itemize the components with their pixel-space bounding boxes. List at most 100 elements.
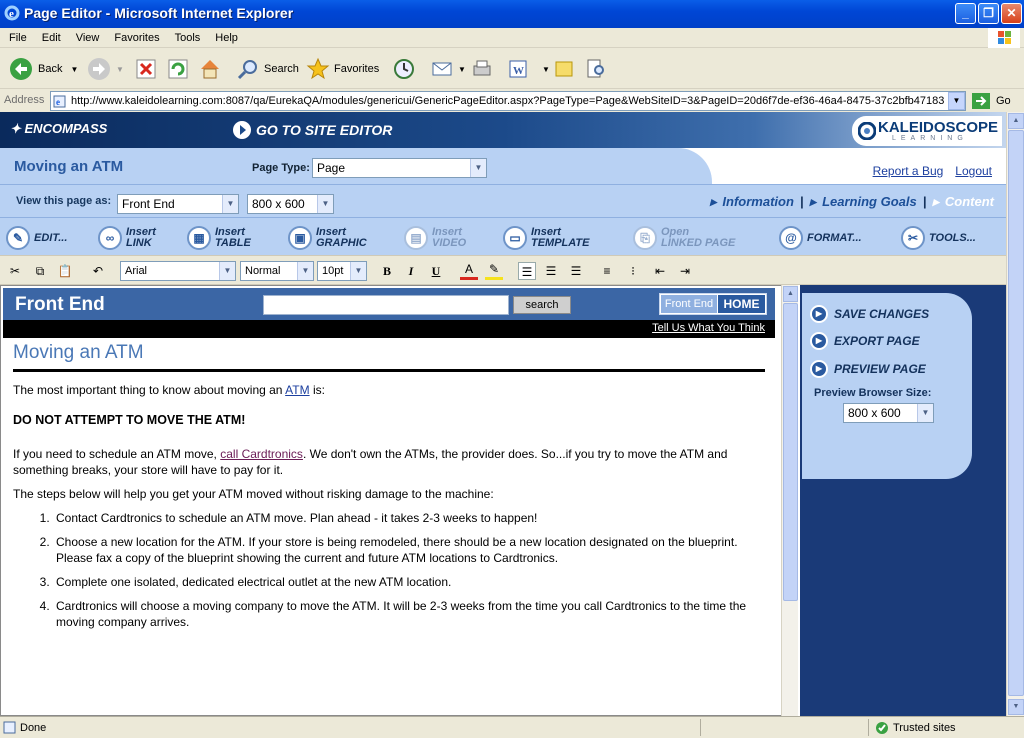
page-body[interactable]: Moving an ATM The most important thing t… bbox=[13, 342, 765, 638]
menu-tools[interactable]: Tools bbox=[169, 28, 207, 48]
favorites-label: Favorites bbox=[334, 63, 380, 75]
highlight-icon[interactable]: ✎ bbox=[485, 262, 503, 280]
copy-icon[interactable]: ⧉ bbox=[31, 262, 49, 280]
edit-word-button[interactable]: W ▼ bbox=[506, 55, 550, 83]
content-editor[interactable]: Front End search Front End HOME Tell Us … bbox=[0, 285, 784, 716]
favorites-button[interactable]: Favorites bbox=[306, 55, 379, 83]
menu-help[interactable]: Help bbox=[209, 28, 244, 48]
open-page-icon: ⎘ bbox=[633, 226, 657, 250]
insert-template-button[interactable]: ▭ Insert TEMPLATE bbox=[503, 224, 589, 252]
search-button[interactable]: Search bbox=[236, 55, 299, 83]
logout-link[interactable]: Logout bbox=[955, 164, 992, 178]
edit-button[interactable]: ✎ EDIT... bbox=[6, 224, 67, 252]
export-page-button[interactable]: ▶ EXPORT PAGE bbox=[810, 332, 920, 350]
home-button[interactable] bbox=[198, 55, 226, 83]
minimize-button[interactable]: _ bbox=[955, 3, 976, 24]
tab-information[interactable]: ▸ Information bbox=[710, 194, 794, 209]
preview-size-select[interactable]: 800 x 600 ▼ bbox=[843, 403, 934, 423]
swirl-icon: @ bbox=[779, 226, 803, 250]
insert-link-button[interactable]: ∞ Insert LINK bbox=[98, 224, 156, 252]
refresh-button[interactable] bbox=[167, 55, 193, 83]
brand-text: ENCOMPASS bbox=[24, 121, 108, 136]
undo-icon[interactable]: ↶ bbox=[89, 262, 107, 280]
format-button[interactable]: @ FORMAT... bbox=[779, 224, 862, 252]
preview-page-button[interactable]: ▶ PREVIEW PAGE bbox=[810, 360, 926, 378]
paste-icon[interactable]: 📋 bbox=[56, 262, 74, 280]
ordered-list-icon[interactable]: ≡ bbox=[598, 262, 616, 280]
go-button[interactable]: Go bbox=[972, 93, 1011, 109]
preview-search-input[interactable] bbox=[263, 295, 509, 315]
video-icon: ▤ bbox=[404, 226, 428, 250]
forward-button[interactable]: ▼ bbox=[86, 55, 124, 83]
page-scrollbar[interactable]: ▲ ▼ bbox=[1006, 112, 1024, 716]
align-right-icon[interactable]: ☰ bbox=[567, 262, 585, 280]
stop-button[interactable] bbox=[135, 55, 161, 83]
underline-icon[interactable]: U bbox=[427, 262, 445, 280]
insert-video-button[interactable]: ▤ Insert VIDEO bbox=[404, 224, 466, 252]
align-center-icon[interactable]: ☰ bbox=[542, 262, 560, 280]
style-select[interactable]: Normal ▼ bbox=[240, 261, 314, 281]
view-size-select[interactable]: 800 x 600 ▼ bbox=[247, 194, 334, 214]
open-linked-page-button[interactable]: ⎘ Open LINKED PAGE bbox=[633, 224, 735, 252]
preview-search-button[interactable]: search bbox=[513, 296, 571, 314]
save-changes-button[interactable]: ▶ SAVE CHANGES bbox=[810, 305, 929, 323]
page-scroll-thumb[interactable] bbox=[1008, 130, 1024, 696]
status-divider bbox=[868, 719, 869, 736]
atm-link[interactable]: ATM bbox=[285, 383, 309, 397]
content-heading: Moving an ATM bbox=[13, 342, 765, 372]
address-input[interactable]: http://www.kaleidolearning.com:8087/qa/E… bbox=[50, 91, 966, 111]
page-type-select[interactable]: Page ▼ bbox=[312, 158, 487, 178]
windows-logo-icon bbox=[988, 28, 1020, 48]
insert-table-button[interactable]: ▦ Insert TABLE bbox=[187, 224, 251, 252]
bold-icon[interactable]: B bbox=[378, 262, 396, 280]
feedback-link[interactable]: Tell Us What You Think bbox=[652, 322, 765, 334]
back-label: Back bbox=[38, 63, 63, 75]
back-button[interactable]: Back ▼ bbox=[8, 55, 78, 83]
call-cardtronics-link[interactable]: call Cardtronics bbox=[220, 447, 303, 461]
restore-button[interactable]: ❐ bbox=[978, 3, 999, 24]
scroll-up-icon[interactable]: ▲ bbox=[1008, 113, 1024, 129]
scroll-down-icon[interactable]: ▼ bbox=[1008, 699, 1024, 715]
mail-button[interactable]: ▼ bbox=[430, 55, 466, 83]
chevron-down-icon: ▼ bbox=[350, 262, 366, 280]
report-bug-link[interactable]: Report a Bug bbox=[873, 164, 944, 178]
font-color-icon[interactable]: A bbox=[460, 262, 478, 280]
font-select[interactable]: Arial ▼ bbox=[120, 261, 236, 281]
italic-icon[interactable]: I bbox=[402, 262, 420, 280]
menu-favorites[interactable]: Favorites bbox=[108, 28, 165, 48]
bullet-list-icon[interactable]: ⁝ bbox=[624, 262, 642, 280]
tab-learning-goals[interactable]: ▸ Learning Goals bbox=[810, 194, 917, 209]
insert-graphic-button[interactable]: ▣ Insert GRAPHIC bbox=[288, 224, 367, 252]
page-icon: e bbox=[53, 95, 66, 108]
address-dropdown[interactable]: ▼ bbox=[948, 92, 965, 110]
view-as-select[interactable]: Front End ▼ bbox=[117, 194, 239, 214]
go-to-site-editor-link[interactable]: GO TO SITE EDITOR bbox=[232, 120, 392, 140]
svg-text:W: W bbox=[513, 65, 524, 77]
indent-icon[interactable]: ⇥ bbox=[676, 262, 694, 280]
size-select[interactable]: 10pt ▼ bbox=[317, 261, 367, 281]
menu-file[interactable]: File bbox=[3, 28, 33, 48]
print-button[interactable] bbox=[470, 55, 498, 83]
research-button[interactable] bbox=[584, 55, 612, 83]
front-end-home-button[interactable]: Front End HOME bbox=[659, 293, 767, 315]
close-button[interactable]: ✕ bbox=[1001, 3, 1022, 24]
search-icon bbox=[237, 60, 257, 80]
editor-scroll-thumb[interactable] bbox=[783, 303, 798, 601]
chevron-down-icon: ▼ bbox=[317, 195, 333, 213]
research-icon bbox=[587, 59, 604, 78]
menu-view[interactable]: View bbox=[70, 28, 106, 48]
scroll-up-icon[interactable]: ▲ bbox=[783, 286, 798, 302]
editor-scrollbar[interactable]: ▲ bbox=[781, 285, 798, 716]
align-left-icon[interactable]: ☰ bbox=[518, 262, 536, 280]
cut-icon[interactable]: ✂ bbox=[6, 262, 24, 280]
menu-edit[interactable]: Edit bbox=[36, 28, 67, 48]
preview-site-title: Front End bbox=[15, 294, 105, 315]
outdent-icon[interactable]: ⇤ bbox=[651, 262, 669, 280]
history-button[interactable] bbox=[392, 55, 420, 83]
tab-content[interactable]: ▸ Content bbox=[932, 194, 994, 209]
play-icon: ▶ bbox=[810, 332, 828, 350]
discuss-button[interactable] bbox=[552, 55, 580, 83]
tab-information-label: Information bbox=[722, 194, 794, 209]
insert-table-label-b: TABLE bbox=[215, 237, 251, 249]
tools-button[interactable]: ✂ TOOLS... bbox=[901, 224, 976, 252]
